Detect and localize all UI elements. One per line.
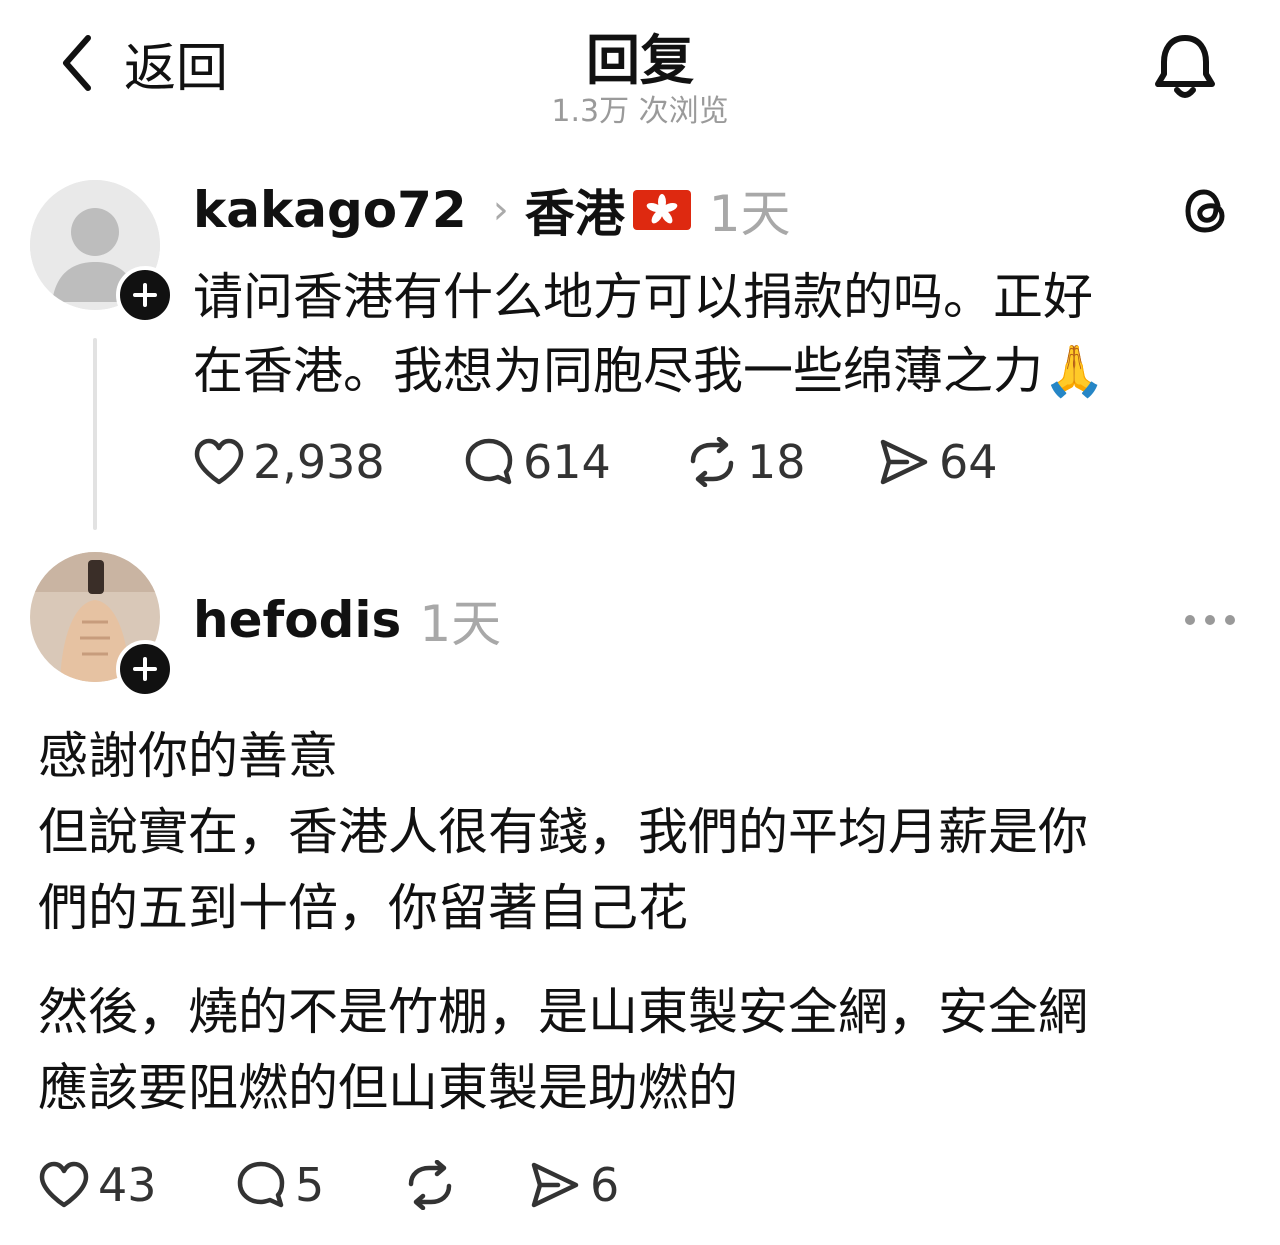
post-text: 在香港。我想为同胞尽我一些绵薄之力: [193, 342, 1043, 400]
comment-count: 614: [523, 435, 611, 489]
like-button[interactable]: 2,938: [193, 435, 463, 489]
post-actions: 2,938 614 18 64: [193, 435, 998, 489]
repost-icon: [408, 1160, 452, 1210]
thread-line: [93, 338, 97, 530]
chevron-right-icon: ›: [492, 187, 509, 233]
send-icon: [531, 1162, 579, 1208]
share-button[interactable]: 64: [877, 435, 998, 489]
comment-icon: [237, 1161, 285, 1208]
reply-header: hefodis 1天: [193, 585, 501, 655]
threads-logo-icon[interactable]: [1182, 186, 1232, 236]
reply-paragraph: 感謝你的善意: [38, 727, 338, 785]
post-text-line: 请问香港有什么地方可以捐款的吗。正好: [193, 268, 1093, 326]
plus-icon: [133, 657, 157, 681]
reply-like-count: 43: [98, 1158, 157, 1212]
post-text-line: 在香港。我想为同胞尽我一些绵薄之力🙏: [193, 334, 1253, 408]
comment-icon: [465, 438, 513, 485]
repost-icon: [690, 437, 734, 487]
reply-paragraph: 們的五到十倍，你留著自己花: [38, 879, 688, 937]
reply-paragraph: 但說實在，香港人很有錢，我們的平均月薪是你: [38, 803, 1088, 861]
repost-count: 18: [747, 435, 806, 489]
comment-button[interactable]: 614: [463, 435, 685, 489]
praying-hands-emoji: 🙏: [1043, 342, 1106, 400]
post-username[interactable]: kakago72: [193, 181, 467, 239]
plus-icon: [133, 283, 157, 307]
post-body: 请问香港有什么地方可以捐款的吗。正好 在香港。我想为同胞尽我一些绵薄之力🙏: [193, 260, 1253, 408]
reply-paragraph: 然後，燒的不是竹棚，是山東製安全網，安全網: [38, 983, 1088, 1041]
reply-repost-button[interactable]: [403, 1160, 528, 1210]
bell-icon[interactable]: [1150, 30, 1220, 102]
reply-username[interactable]: hefodis: [193, 591, 401, 649]
page-title: 回复: [586, 29, 694, 92]
post-time: 1天: [708, 185, 791, 243]
repost-button[interactable]: 18: [685, 435, 877, 489]
reply-paragraph: 應該要阻燃的但山東製是助燃的: [38, 1059, 738, 1117]
hong-kong-flag-icon: [632, 190, 691, 230]
reply-comment-count: 5: [295, 1158, 325, 1212]
send-icon: [880, 439, 928, 485]
more-options-icon[interactable]: [1180, 608, 1240, 632]
follow-button[interactable]: [116, 266, 174, 324]
heart-icon: [194, 438, 244, 485]
reply-share-count: 6: [590, 1158, 620, 1212]
reply-share-button[interactable]: 6: [528, 1158, 619, 1212]
post-header: kakago72 › 香港 1天: [193, 175, 791, 245]
post-location[interactable]: 香港: [525, 174, 625, 246]
reply-body: 感謝你的善意 但說實在，香港人很有錢，我們的平均月薪是你 們的五到十倍，你留著自…: [38, 718, 1258, 1126]
like-count: 2,938: [253, 435, 385, 489]
reply-actions: 43 5 6: [38, 1158, 619, 1212]
reply-comment-button[interactable]: 5: [235, 1158, 403, 1212]
reply-time: 1天: [419, 595, 502, 653]
heart-icon: [39, 1161, 89, 1208]
share-count: 64: [939, 435, 998, 489]
view-count: 1.3万 次浏览: [551, 94, 729, 129]
reply-follow-button[interactable]: [116, 640, 174, 698]
reply-like-button[interactable]: 43: [38, 1158, 235, 1212]
